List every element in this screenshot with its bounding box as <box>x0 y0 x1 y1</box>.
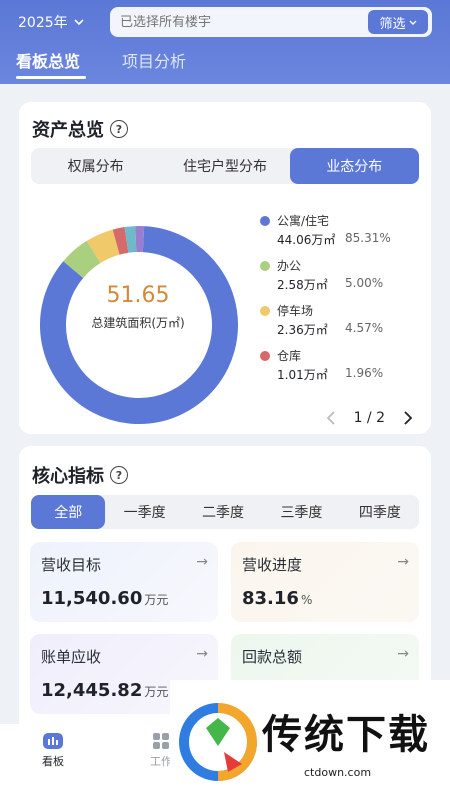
quarter-all[interactable]: 全部 <box>31 495 106 529</box>
donut-slice <box>124 226 137 253</box>
search-box[interactable]: 筛选 <box>110 7 432 37</box>
pager-text: 1 / 2 <box>353 410 385 426</box>
donut-slice <box>112 227 129 255</box>
legend-name: 停车场 <box>277 304 314 318</box>
metric-revenue-progress[interactable]: 营收进度 → 83.16% <box>231 542 419 622</box>
legend-name: 办公 <box>277 259 302 273</box>
metric-number: 12,445.82 <box>41 680 143 701</box>
metric-unit: 万元 <box>144 593 169 607</box>
legend-dot <box>260 261 270 271</box>
arrow-right-icon: → <box>196 554 208 570</box>
metric-title: 账单应收 <box>41 648 102 666</box>
donut-legend: 公寓/住宅 44.06万㎡ 85.31% 办公 2.58万㎡ 5.00% 停车场… <box>260 212 425 392</box>
legend-percent: 85.31% <box>345 231 391 245</box>
quarter-q4[interactable]: 四季度 <box>341 495 419 529</box>
asset-title-text: 资产总览 <box>32 120 104 141</box>
metric-unit: % <box>300 593 313 607</box>
asset-overview-card: 资产总览 ? 权属分布 住宅户型分布 业态分布 51.65 总建筑面积(万㎡) … <box>19 102 431 434</box>
watermark-logo-icon <box>179 703 257 781</box>
metric-title: 营收进度 <box>242 556 303 574</box>
quarter-q1[interactable]: 一季度 <box>105 495 183 529</box>
nav-label: 看板 <box>42 755 64 768</box>
metric-title: 回款总额 <box>242 648 303 666</box>
arrow-right-icon: → <box>397 554 409 570</box>
active-tab-indicator <box>16 76 86 79</box>
search-input[interactable] <box>120 14 360 30</box>
watermark-url: ctdown.com <box>304 766 372 779</box>
legend-name: 公寓/住宅 <box>277 214 330 228</box>
legend-item: 仓库 1.01万㎡ 1.96% <box>260 347 425 392</box>
tab-project-analysis[interactable]: 项目分析 <box>122 48 186 74</box>
metric-revenue-target[interactable]: 营收目标 → 11,540.60 万元 <box>30 542 218 622</box>
nav-item-dashboard[interactable]: 看板 <box>42 732 64 769</box>
metric-unit: 万元 <box>144 685 169 699</box>
chevron-right-icon[interactable] <box>399 409 417 427</box>
metric-title: 营收目标 <box>41 556 102 574</box>
metrics-title-text: 核心指标 <box>32 466 104 487</box>
legend-item: 停车场 2.36万㎡ 4.57% <box>260 302 425 347</box>
help-icon[interactable]: ? <box>110 466 128 484</box>
segment-business-type[interactable]: 业态分布 <box>289 148 419 184</box>
tab-dashboard[interactable]: 看板总览 <box>16 48 80 74</box>
year-selector[interactable]: 2025年 <box>18 11 84 33</box>
legend-dot <box>260 216 270 226</box>
donut-slice <box>86 229 121 264</box>
top-header: 2025年 筛选 看板总览 项目分析 <box>0 0 450 84</box>
chevron-left-icon[interactable] <box>322 409 340 427</box>
quarter-segment-control: 全部 一季度 二季度 三季度 四季度 <box>31 495 419 529</box>
legend-pager: 1 / 2 <box>322 409 417 427</box>
metric-value: 12,445.82 万元 <box>41 680 168 701</box>
legend-value: 44.06万㎡ <box>277 233 336 247</box>
donut-total-label: 总建筑面积(万㎡) <box>91 316 185 330</box>
legend-percent: 5.00% <box>345 276 384 290</box>
metric-value: 11,540.60 万元 <box>41 588 168 609</box>
legend-item: 公寓/住宅 44.06万㎡ 85.31% <box>260 212 425 257</box>
legend-item: 办公 2.58万㎡ 5.00% <box>260 257 425 302</box>
legend-name: 仓库 <box>277 349 302 363</box>
work-icon <box>153 733 169 749</box>
metric-value: 83.16% <box>242 588 312 609</box>
legend-dot <box>260 351 270 361</box>
donut-slice <box>63 240 101 279</box>
year-label: 2025年 <box>18 15 68 31</box>
watermark: 传统下载 ctdown.com <box>170 680 450 800</box>
chevron-down-icon <box>409 15 417 30</box>
legend-percent: 1.96% <box>345 366 384 380</box>
metric-number: 83.16 <box>242 588 299 609</box>
metrics-title: 核心指标 ? <box>32 462 128 488</box>
legend-dot <box>260 306 270 316</box>
dashboard-icon <box>43 733 63 749</box>
metric-number: 11,540.60 <box>41 588 143 609</box>
legend-percent: 4.57% <box>345 321 384 335</box>
segment-unit-type[interactable]: 住宅户型分布 <box>160 148 289 184</box>
asset-title: 资产总览 ? <box>32 116 128 142</box>
arrow-right-icon: → <box>196 646 208 662</box>
asset-segment-control: 权属分布 住宅户型分布 业态分布 <box>31 148 419 184</box>
filter-button[interactable]: 筛选 <box>368 10 428 34</box>
quarter-q2[interactable]: 二季度 <box>184 495 262 529</box>
nav-item-work[interactable]: 工作 <box>150 732 172 769</box>
donut-total-value: 51.65 <box>106 283 170 308</box>
help-icon[interactable]: ? <box>110 120 128 138</box>
segment-ownership[interactable]: 权属分布 <box>31 148 160 184</box>
legend-value: 1.01万㎡ <box>277 368 328 382</box>
arrow-right-icon: → <box>397 646 409 662</box>
donut-center: 51.65 总建筑面积(万㎡) <box>63 283 213 331</box>
chevron-down-icon <box>74 14 84 30</box>
quarter-q3[interactable]: 三季度 <box>262 495 340 529</box>
legend-value: 2.58万㎡ <box>277 278 328 292</box>
nav-label: 工作 <box>150 755 172 768</box>
filter-label: 筛选 <box>379 16 406 32</box>
legend-value: 2.36万㎡ <box>277 323 328 337</box>
watermark-text: 传统下载 <box>262 712 430 758</box>
